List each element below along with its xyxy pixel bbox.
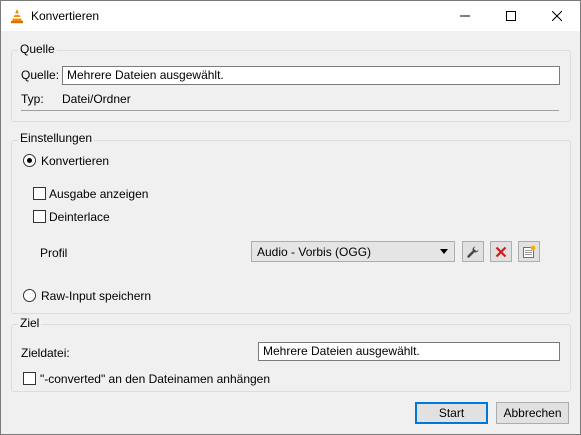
profile-select[interactable]: Audio - Vorbis (OGG) [251,241,455,262]
type-label: Typ: [21,92,44,106]
settings-group-title: Einstellungen [18,131,95,145]
minimize-button[interactable] [442,1,488,31]
show-output-label[interactable]: Ausgabe anzeigen [49,187,148,201]
deinterlace-label[interactable]: Deinterlace [49,210,110,224]
delete-profile-button[interactable] [490,241,512,262]
append-converted-label[interactable]: "-converted" an den Dateinamen anhängen [40,372,270,386]
convert-radio[interactable] [23,154,36,167]
maximize-icon [506,11,516,21]
source-group [11,50,571,122]
cancel-button[interactable]: Abbrechen [496,402,569,424]
raw-input-radio[interactable] [23,289,36,302]
source-separator [21,110,559,111]
deinterlace-checkbox[interactable] [33,210,46,223]
start-button-label: Start [438,406,465,420]
profile-label: Profil [40,246,68,260]
chevron-down-icon [440,249,448,254]
source-label: Quelle: [21,68,60,82]
destination-file-label: Zieldatei: [21,346,70,360]
title-bar: Konvertieren [1,1,580,31]
destination-file-input[interactable]: Mehrere Dateien ausgewählt. [258,342,560,361]
delete-icon [495,246,507,257]
new-profile-button[interactable] [518,241,540,262]
source-group-title: Quelle [18,42,57,56]
edit-profile-button[interactable] [462,241,484,262]
raw-input-label[interactable]: Raw-Input speichern [41,289,151,303]
type-value: Datei/Ordner [62,92,131,106]
profile-select-value: Audio - Vorbis (OGG) [257,245,372,259]
close-button[interactable] [534,1,580,31]
source-input[interactable]: Mehrere Dateien ausgewählt. [62,66,560,85]
start-button[interactable]: Start [415,402,488,424]
append-converted-checkbox[interactable] [23,372,36,385]
vlc-cone-icon [11,9,23,24]
show-output-checkbox[interactable] [33,187,46,200]
wrench-icon [467,246,479,258]
close-icon [552,11,562,21]
convert-dialog: Konvertieren Quelle Quelle: Mehrere Date… [0,0,581,435]
convert-label[interactable]: Konvertieren [41,154,109,168]
maximize-button[interactable] [488,1,534,31]
minimize-icon [460,15,470,17]
new-profile-icon [523,245,536,258]
destination-group-title: Ziel [18,316,42,330]
window-title: Konvertieren [31,9,100,23]
cancel-button-label: Abbrechen [503,406,562,420]
